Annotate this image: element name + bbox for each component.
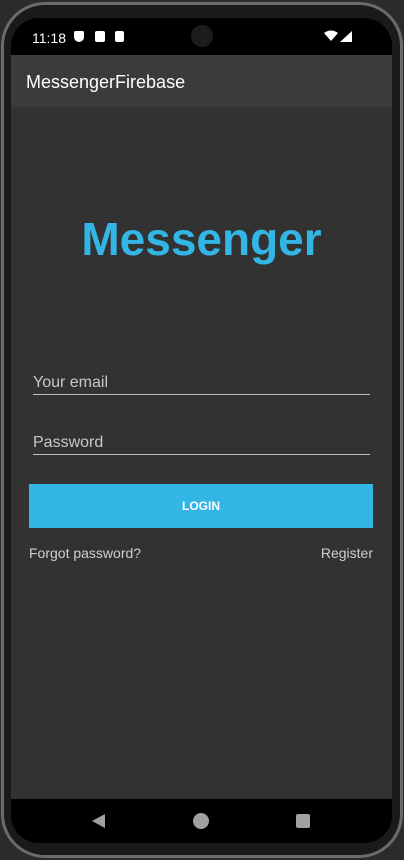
back-icon[interactable] bbox=[91, 813, 107, 829]
login-button[interactable]: LOGIN bbox=[29, 484, 373, 528]
a-icon bbox=[115, 31, 124, 42]
app-logo-text: Messenger bbox=[81, 213, 322, 265]
forgot-password-link[interactable]: Forgot password? bbox=[29, 545, 141, 561]
email-input[interactable]: Your email bbox=[33, 374, 370, 395]
camera-cutout bbox=[191, 25, 213, 47]
app-bar: MessengerFirebase bbox=[11, 55, 392, 107]
home-icon[interactable] bbox=[193, 813, 209, 829]
login-screen: Messenger Your email Password LOGIN Forg… bbox=[11, 107, 392, 799]
status-bar: 11:18 bbox=[11, 18, 392, 55]
status-time: 11:18 bbox=[32, 30, 66, 46]
register-link[interactable]: Register bbox=[321, 545, 373, 561]
recents-icon[interactable] bbox=[296, 814, 310, 828]
wifi-signal-icon bbox=[324, 30, 352, 42]
password-input[interactable]: Password bbox=[33, 434, 370, 455]
screen: 11:18 MessengerFirebase Messenger Your e… bbox=[11, 18, 392, 843]
app-title: MessengerFirebase bbox=[26, 72, 186, 92]
sd-card-icon bbox=[95, 31, 105, 42]
navigation-bar bbox=[11, 799, 392, 843]
play-protect-icon bbox=[74, 31, 84, 42]
